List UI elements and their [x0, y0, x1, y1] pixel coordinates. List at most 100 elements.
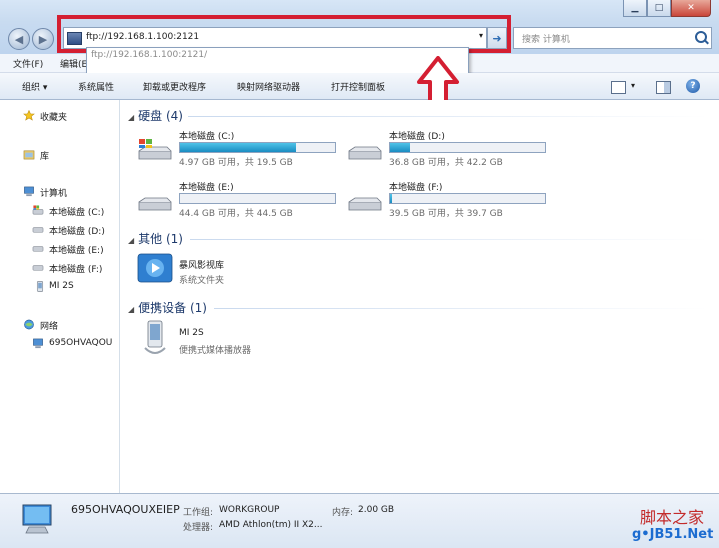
item-name: 暴风影视库	[179, 261, 225, 271]
change-view-icon[interactable]	[611, 81, 626, 94]
uninstall-program-button[interactable]: 卸载或更改程序	[143, 80, 206, 93]
group-header-portable[interactable]: ◢ 便携设备 (1)	[128, 299, 207, 316]
group-title: 其他 (1)	[138, 232, 183, 246]
back-button[interactable]: ◀	[8, 28, 30, 50]
windows-drive-icon	[138, 139, 172, 160]
drive-usage-bar	[389, 193, 546, 204]
sidebar-item-libraries[interactable]: 库	[0, 147, 119, 163]
star-icon	[23, 110, 35, 121]
drive-usage-fill	[180, 143, 297, 152]
sidebar-item-favorites[interactable]: 收藏夹	[0, 108, 119, 124]
sidebar-label: 库	[40, 152, 50, 162]
drive-name: 本地磁盘 (C:)	[179, 132, 235, 142]
hard-drive-icon	[138, 197, 172, 211]
sidebar-item-drive-d[interactable]: 本地磁盘 (D:)	[0, 222, 119, 238]
watermark-line-1: 脚本之家	[640, 508, 705, 527]
drive-usage-bar	[389, 142, 546, 153]
baofeng-library-tile[interactable]: 暴风影视库 系统文件夹	[137, 253, 347, 302]
drive-usage-bar	[179, 142, 336, 153]
sidebar-item-drive-f[interactable]: 本地磁盘 (F:)	[0, 260, 119, 276]
help-icon[interactable]: ?	[686, 79, 700, 93]
group-divider	[214, 308, 708, 309]
sidebar-label: 网络	[40, 322, 59, 332]
preview-pane-icon[interactable]	[656, 81, 671, 94]
sidebar-label: 本地磁盘 (D:)	[49, 227, 105, 237]
computer-icon	[22, 504, 52, 534]
sidebar-label: 本地磁盘 (E:)	[49, 246, 104, 256]
open-control-panel-button[interactable]: 打开控制面板	[331, 80, 385, 93]
drive-name: 本地磁盘 (E:)	[179, 183, 234, 193]
forward-button[interactable]: ▶	[32, 28, 54, 50]
sidebar-item-drive-e[interactable]: 本地磁盘 (E:)	[0, 241, 119, 257]
collapse-triangle-icon[interactable]: ◢	[128, 305, 134, 314]
sidebar-item-computer[interactable]: 计算机	[0, 184, 119, 200]
navigation-pane: 收藏夹 库 计算机 本地磁盘 (C:) 本地磁盘 (D:) 本地磁盘 (E:) …	[0, 100, 120, 493]
organize-button[interactable]: 组织 ▾	[22, 80, 47, 93]
hard-drive-icon	[348, 146, 382, 160]
group-header-hard-disks[interactable]: ◢ 硬盘 (4)	[128, 107, 183, 124]
phone-icon	[144, 320, 166, 354]
group-header-other[interactable]: ◢ 其他 (1)	[128, 230, 183, 247]
group-divider	[188, 116, 708, 117]
sidebar-item-network[interactable]: 网络	[0, 317, 119, 333]
workgroup-value: WORKGROUP	[219, 505, 280, 515]
search-box[interactable]: 搜索 计算机	[513, 27, 712, 49]
network-computer-icon	[33, 338, 43, 349]
sidebar-item-drive-c[interactable]: 本地磁盘 (C:)	[0, 203, 119, 219]
minimize-button[interactable]: ▁	[623, 0, 647, 17]
address-suggestion-item[interactable]: ftp://192.168.1.100:2121/	[91, 50, 207, 60]
network-icon	[24, 319, 34, 330]
item-name: MI 2S	[179, 328, 204, 338]
site-watermark: 脚本之家 g•JB51.Net	[630, 504, 718, 546]
hard-drive-icon	[32, 246, 44, 252]
drive-free-space: 44.4 GB 可用，共 44.5 GB	[179, 209, 293, 219]
hard-drive-icon	[348, 197, 382, 211]
search-icon[interactable]	[695, 31, 707, 43]
processor-label: 处理器:	[183, 523, 214, 533]
hard-drive-icon	[32, 227, 44, 233]
sidebar-label: 本地磁盘 (C:)	[49, 208, 105, 218]
drive-tile-d[interactable]: 本地磁盘 (D:) 36.8 GB 可用，共 42.2 GB	[347, 129, 557, 175]
sidebar-label: 计算机	[40, 189, 68, 199]
group-divider	[190, 239, 708, 240]
memory-value: 2.00 GB	[358, 505, 395, 515]
search-input[interactable]: 搜索 计算机	[522, 32, 570, 45]
view-options-dropdown[interactable]: ▾	[631, 81, 635, 90]
collapse-triangle-icon[interactable]: ◢	[128, 113, 134, 122]
drive-free-space: 39.5 GB 可用，共 39.7 GB	[389, 209, 503, 219]
sidebar-label: 本地磁盘 (F:)	[49, 265, 103, 275]
phone-icon	[36, 281, 44, 292]
group-title: 硬盘 (4)	[138, 109, 183, 123]
sidebar-label: 收藏夹	[40, 113, 68, 123]
drive-free-space: 36.8 GB 可用，共 42.2 GB	[389, 158, 503, 168]
details-pane: 695OHVAQOUXEIEP 工作组: WORKGROUP 内存: 2.00 …	[0, 493, 719, 548]
mi2s-device-tile[interactable]: MI 2S 便携式媒体播放器	[137, 320, 347, 370]
map-network-drive-button[interactable]: 映射网络驱动器	[237, 80, 300, 93]
drive-free-space: 4.97 GB 可用，共 19.5 GB	[179, 158, 293, 168]
drive-usage-fill	[390, 143, 411, 152]
sidebar-label: MI 2S	[49, 281, 74, 291]
watermark-line-2: g•JB51.Net	[632, 527, 714, 542]
drive-tile-f[interactable]: 本地磁盘 (F:) 39.5 GB 可用，共 39.7 GB	[347, 180, 557, 226]
hard-drive-icon	[32, 265, 44, 271]
forward-arrow-icon: ▶	[38, 32, 48, 46]
drive-tile-c[interactable]: 本地磁盘 (C:) 4.97 GB 可用，共 19.5 GB	[137, 129, 347, 175]
back-arrow-icon: ◀	[14, 32, 24, 46]
computer-icon	[24, 186, 34, 197]
processor-value: AMD Athlon(tm) II X2...	[219, 520, 323, 530]
library-icon	[23, 150, 35, 160]
sidebar-item-mi2s[interactable]: MI 2S	[0, 279, 119, 295]
maximize-button[interactable]: □	[647, 0, 671, 17]
workgroup-label: 工作组:	[183, 508, 214, 518]
collapse-triangle-icon[interactable]: ◢	[128, 236, 134, 245]
close-button[interactable]: ✕	[671, 0, 711, 17]
command-toolbar: 组织 ▾ 系统属性 卸载或更改程序 映射网络驱动器 打开控制面板 ▾ ?	[0, 73, 719, 100]
menu-file[interactable]: 文件(F)	[13, 57, 43, 70]
drive-tile-e[interactable]: 本地磁盘 (E:) 44.4 GB 可用，共 44.5 GB	[137, 180, 347, 226]
sidebar-item-network-pc[interactable]: 695OHVAQOU	[0, 336, 119, 352]
system-properties-button[interactable]: 系统属性	[78, 80, 114, 93]
item-type: 便携式媒体播放器	[179, 346, 252, 356]
computer-name: 695OHVAQOUXEIEP	[71, 503, 180, 516]
memory-label: 内存:	[332, 508, 354, 518]
media-library-icon	[137, 253, 173, 283]
